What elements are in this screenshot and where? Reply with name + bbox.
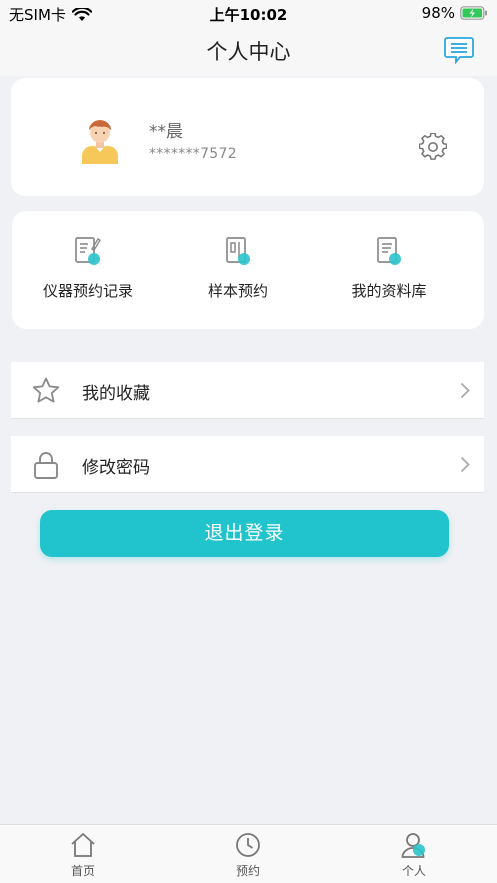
document-edit-icon — [75, 237, 101, 265]
shortcut-my-library[interactable]: 我的资料库 — [319, 235, 459, 301]
menu-item-change-password[interactable]: 修改密码 — [11, 436, 484, 493]
status-bar: 无SIM卡 上午10:02 98% — [0, 0, 497, 26]
user-name: **晨 — [149, 122, 183, 142]
message-list-icon[interactable] — [444, 36, 474, 64]
shortcut-label: 样本预约 — [207, 282, 268, 300]
lock-icon — [34, 452, 58, 479]
page-title: 个人中心 — [206, 40, 291, 64]
user-avatar-icon — [82, 120, 118, 164]
tab-me[interactable]: 个人 — [374, 831, 454, 879]
battery-charging-icon — [460, 6, 487, 20]
tab-booking[interactable]: 预约 — [208, 831, 288, 879]
profile-card[interactable]: **晨 *******7572 — [11, 78, 484, 196]
menu-item-favorites[interactable]: 我的收藏 — [11, 362, 484, 419]
star-icon — [32, 377, 60, 403]
gear-icon[interactable] — [419, 133, 447, 161]
menu-item-label: 修改密码 — [82, 458, 150, 478]
logout-button[interactable]: 退出登录 — [40, 510, 449, 557]
clock-icon — [236, 833, 260, 857]
shortcut-sample-booking[interactable]: 样本预约 — [168, 235, 308, 301]
shortcut-label: 仪器预约记录 — [42, 282, 133, 300]
person-icon — [401, 833, 425, 858]
document-check-icon — [377, 237, 401, 265]
shortcut-label: 我的资料库 — [351, 282, 427, 300]
tab-home[interactable]: 首页 — [43, 831, 123, 879]
nav-bar: 个人中心 — [0, 26, 497, 76]
status-right: 98% — [422, 4, 488, 22]
menu-item-label: 我的收藏 — [82, 384, 150, 404]
tab-label: 首页 — [70, 864, 95, 878]
shortcuts-card: 仪器预约记录 样本预约 我的资料库 — [12, 211, 484, 329]
chevron-right-icon — [460, 382, 470, 399]
tab-label: 个人 — [401, 864, 426, 878]
chevron-right-icon — [460, 456, 470, 473]
tab-label: 预约 — [235, 864, 260, 878]
shortcut-instrument-records[interactable]: 仪器预约记录 — [18, 235, 158, 301]
home-icon — [71, 833, 95, 857]
user-phone: *******7572 — [149, 146, 237, 162]
sample-book-icon — [226, 237, 250, 265]
battery-percent: 98% — [421, 4, 455, 22]
tab-bar: 首页 预约 个人 — [0, 824, 497, 883]
